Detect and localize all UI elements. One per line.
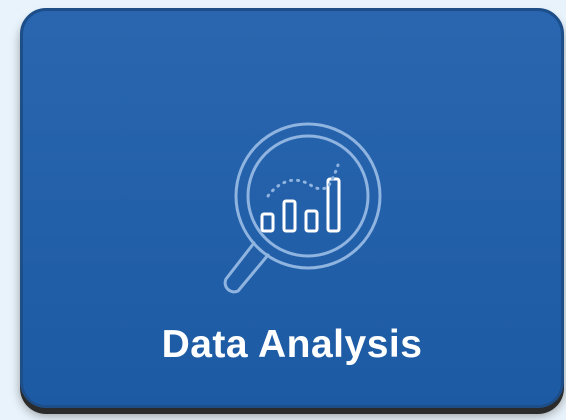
tile-label: Data Analysis [161, 323, 423, 366]
stage: Data Analysis [0, 0, 566, 420]
data-analysis-tile[interactable]: Data Analysis [20, 8, 564, 408]
magnifier-bar-chart-icon [223, 122, 382, 294]
